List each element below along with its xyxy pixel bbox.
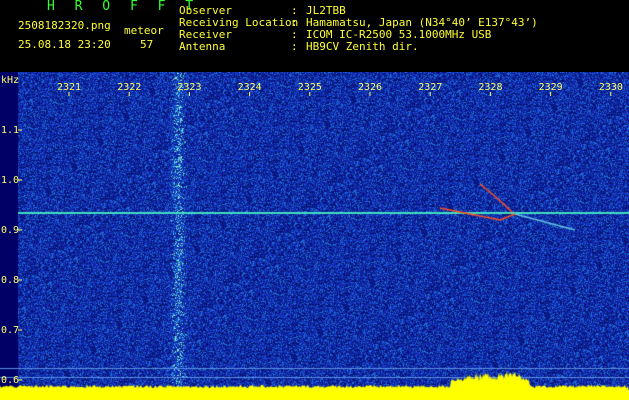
y-tick-label: 0.7 <box>1 325 19 336</box>
x-tick-label: 2322 <box>117 82 141 93</box>
meteor-count: 57 <box>140 38 154 51</box>
info-separator: : <box>291 40 298 53</box>
y-tick-label: 1.0 <box>1 175 19 186</box>
x-tick-label: 2324 <box>238 82 262 93</box>
spectrogram-plot: kHz 1.1 1.0 0.9 0.8 0.7 0.6 2321 2322 2323 2324 2… <box>0 72 629 400</box>
x-tick-label: 2329 <box>539 82 563 93</box>
timestamp: 25.08.18 23:20 <box>18 38 111 51</box>
x-axis-ticks: 2321 2322 2323 2324 2325 2326 2327 2328 2329 2330 <box>57 82 623 96</box>
y-tick-label: 0.6 <box>1 375 19 386</box>
app-title: H R O F F T <box>47 0 200 14</box>
y-unit-label: kHz <box>1 75 19 86</box>
x-tick-label: 2325 <box>298 82 322 93</box>
y-tick-label: 0.8 <box>1 275 19 286</box>
x-tick-label: 2327 <box>418 82 442 93</box>
info-value: HB9CV Zenith dir. <box>306 40 419 53</box>
meteor-label: meteor <box>124 24 164 37</box>
spectrogram-axes: kHz 1.11.00.90.80.70.6 2321 2322 2323 2324 2… <box>1 75 623 386</box>
header-panel: H R O F F T 2508182320.png 25.08.18 23:2… <box>0 0 629 72</box>
image-filename: 2508182320.png <box>18 19 111 32</box>
y-tick-label: 0.9 <box>1 225 19 236</box>
info-key: Antenna <box>179 40 226 53</box>
x-tick-label: 2326 <box>358 82 382 93</box>
x-tick-label: 2328 <box>478 82 502 93</box>
y-axis-ticks: 1.1 1.0 0.9 0.8 0.7 0.6 <box>1 125 22 386</box>
y-tick-label: 1.1 <box>1 125 19 136</box>
x-tick-label: 2330 <box>599 82 623 93</box>
x-tick-label: 2321 <box>57 82 81 93</box>
x-tick-label: 2323 <box>177 82 201 93</box>
